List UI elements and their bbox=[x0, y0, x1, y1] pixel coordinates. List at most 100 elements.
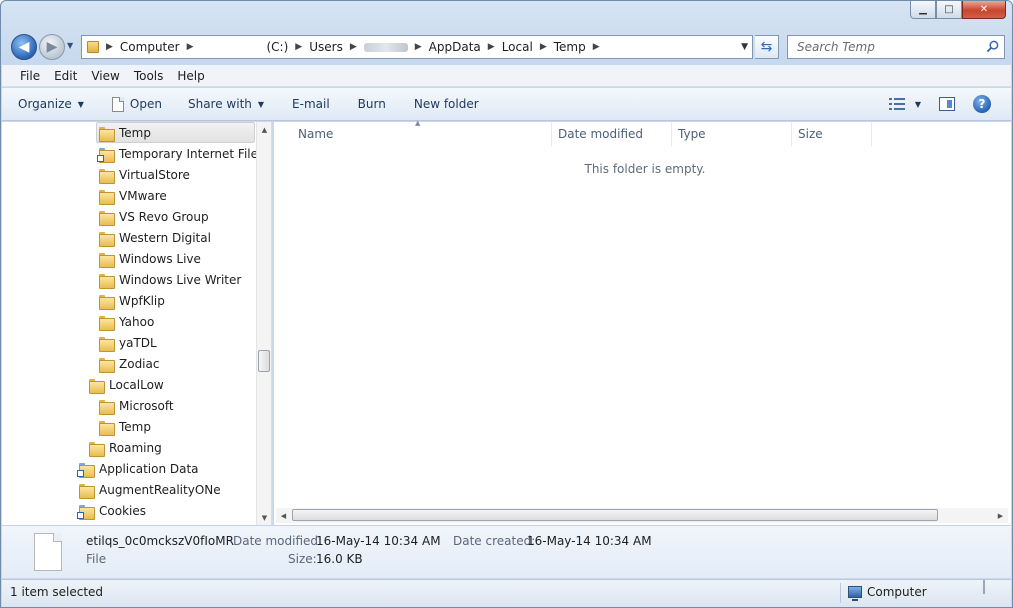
tree-item[interactable]: Roaming bbox=[89, 437, 162, 458]
status-location: Computer bbox=[848, 585, 927, 601]
breadcrumb-chevron-icon[interactable]: ▶ bbox=[350, 42, 357, 52]
tree-item[interactable]: Windows Live Writer bbox=[99, 269, 241, 290]
tree-item-label: Windows Live bbox=[119, 251, 201, 266]
menu-bar: File Edit View Tools Help bbox=[2, 65, 1011, 87]
dropdown-arrow-icon: ▼ bbox=[77, 99, 84, 109]
resize-grip[interactable] bbox=[983, 580, 985, 594]
tree-item-label: Microsoft bbox=[119, 398, 174, 413]
scroll-left-icon[interactable]: ◀ bbox=[276, 508, 291, 523]
tree-item[interactable]: Temp bbox=[99, 416, 151, 437]
date-created-value: 16-May-14 10:34 AM bbox=[527, 534, 652, 548]
back-button[interactable]: ◀ bbox=[11, 34, 37, 60]
minimize-button[interactable]: ▁ bbox=[910, 1, 936, 19]
menu-tools[interactable]: Tools bbox=[134, 69, 164, 83]
breadcrumb-chevron-icon[interactable]: ▶ bbox=[187, 42, 194, 52]
forward-arrow-icon: ▶ bbox=[46, 39, 58, 55]
command-bar-right: ▼ ? bbox=[888, 95, 991, 113]
computer-icon bbox=[848, 586, 862, 601]
folder-icon bbox=[99, 189, 115, 205]
menu-help[interactable]: Help bbox=[177, 69, 204, 83]
tree-item[interactable]: VMware bbox=[99, 185, 167, 206]
address-bar[interactable]: ▶ Computer ▶ (C:) ▶ Users ▶ ▶ AppData ▶ … bbox=[81, 35, 753, 59]
column-header-type[interactable]: Type bbox=[672, 122, 792, 146]
menu-file[interactable]: File bbox=[20, 69, 40, 83]
column-header-name[interactable]: Name bbox=[292, 122, 552, 146]
tree-item[interactable]: Microsoft bbox=[99, 395, 174, 416]
email-button[interactable]: E-mail bbox=[292, 97, 330, 111]
share-with-button[interactable]: Share with ▼ bbox=[188, 97, 264, 111]
horizontal-scrollbar-thumb[interactable] bbox=[292, 509, 938, 521]
tree-item[interactable]: Western Digital bbox=[99, 227, 211, 248]
open-button[interactable]: Open bbox=[111, 96, 162, 112]
close-button[interactable]: ✕ bbox=[962, 1, 1006, 19]
navigation-pane-scrollbar[interactable]: ▲ ▼ bbox=[256, 122, 271, 525]
breadcrumb-chevron-icon[interactable]: ▶ bbox=[593, 42, 600, 52]
menu-view[interactable]: View bbox=[91, 69, 119, 83]
search-input[interactable] bbox=[795, 39, 975, 55]
recent-pages-dropdown[interactable]: ▼ bbox=[67, 41, 73, 50]
breadcrumb-drive[interactable]: (C:) bbox=[267, 40, 289, 54]
date-created-label: Date created: bbox=[453, 534, 536, 548]
refresh-icon: ⇆ bbox=[760, 39, 773, 55]
menu-edit[interactable]: Edit bbox=[54, 69, 77, 83]
breadcrumb-chevron-icon[interactable]: ▶ bbox=[415, 42, 422, 52]
breadcrumb-username-redacted[interactable] bbox=[363, 42, 408, 52]
burn-label: Burn bbox=[357, 97, 386, 111]
tree-item[interactable]: Zodiac bbox=[99, 353, 159, 374]
column-header-size[interactable]: Size bbox=[792, 122, 872, 146]
breadcrumb-computer[interactable]: Computer bbox=[120, 40, 180, 54]
breadcrumb-users[interactable]: Users bbox=[309, 40, 343, 54]
status-divider bbox=[840, 583, 841, 603]
tree-item[interactable]: Cookies bbox=[77, 500, 146, 521]
address-dropdown-icon[interactable]: ▼ bbox=[741, 42, 748, 52]
help-icon[interactable]: ? bbox=[973, 95, 991, 113]
breadcrumb-chevron-icon[interactable]: ▶ bbox=[106, 42, 113, 52]
horizontal-scrollbar[interactable]: ◀ ▶ bbox=[276, 508, 1008, 523]
forward-button[interactable]: ▶ bbox=[39, 34, 65, 60]
tree-item-label: Temporary Internet Files bbox=[119, 146, 265, 161]
breadcrumb-chevron-icon[interactable]: ▶ bbox=[488, 42, 495, 52]
tree-item-label: Western Digital bbox=[119, 230, 211, 245]
tree-item[interactable]: Temporary Internet Files bbox=[97, 143, 265, 164]
tree-item[interactable]: LocalLow bbox=[89, 374, 164, 395]
tree-item[interactable]: WpfKlip bbox=[99, 290, 165, 311]
tree-item[interactable]: Yahoo bbox=[99, 311, 154, 332]
refresh-button[interactable]: ⇆ bbox=[755, 35, 779, 59]
date-modified-value: 16-May-14 10:34 AM bbox=[316, 534, 441, 548]
burn-button[interactable]: Burn bbox=[358, 97, 386, 111]
change-view-icon[interactable] bbox=[888, 98, 905, 110]
back-arrow-icon: ◀ bbox=[18, 39, 30, 55]
breadcrumb-appdata[interactable]: AppData bbox=[429, 40, 481, 54]
tree-item-label: Temp bbox=[119, 125, 151, 140]
selected-file-name: etilqs_0c0mckszV0fIoMR bbox=[86, 534, 234, 548]
column-header-date-modified[interactable]: Date modified bbox=[552, 122, 672, 146]
folder-icon bbox=[89, 378, 105, 394]
tree-item[interactable]: yaTDL bbox=[99, 332, 157, 353]
tree-item[interactable]: Temp bbox=[96, 122, 255, 143]
breadcrumb-temp[interactable]: Temp bbox=[554, 40, 586, 54]
breadcrumb-local[interactable]: Local bbox=[502, 40, 533, 54]
scrollbar-thumb[interactable] bbox=[258, 350, 270, 372]
folder-icon bbox=[99, 252, 115, 268]
tree-item[interactable]: Windows Live bbox=[99, 248, 201, 269]
folder-icon bbox=[99, 126, 115, 142]
view-options-dropdown-icon[interactable]: ▼ bbox=[915, 100, 921, 109]
tree-item[interactable]: VirtualStore bbox=[99, 164, 190, 185]
scroll-down-icon[interactable]: ▼ bbox=[257, 510, 272, 525]
explorer-window: ▁ □ ✕ ◀ ▶ ▼ ▶ Computer ▶ (C:) ▶ Users ▶ … bbox=[0, 0, 1013, 608]
breadcrumb-chevron-icon[interactable]: ▶ bbox=[295, 42, 302, 52]
scroll-up-icon[interactable]: ▲ bbox=[257, 122, 272, 137]
folder-icon bbox=[99, 294, 115, 310]
breadcrumb-chevron-icon[interactable]: ▶ bbox=[540, 42, 547, 52]
tree-item[interactable]: AugmentRealityONe bbox=[79, 479, 221, 500]
scroll-right-icon[interactable]: ▶ bbox=[993, 508, 1008, 523]
navigation-row: ◀ ▶ ▼ ▶ Computer ▶ (C:) ▶ Users ▶ ▶ AppD… bbox=[9, 33, 1005, 61]
tree-item[interactable]: Application Data bbox=[77, 458, 199, 479]
search-box[interactable] bbox=[787, 35, 1005, 59]
search-icon[interactable] bbox=[986, 40, 999, 53]
new-folder-button[interactable]: New folder bbox=[414, 97, 479, 111]
organize-button[interactable]: Organize ▼ bbox=[18, 97, 84, 111]
preview-pane-icon[interactable] bbox=[939, 97, 955, 111]
maximize-button[interactable]: □ bbox=[936, 1, 962, 19]
tree-item[interactable]: VS Revo Group bbox=[99, 206, 209, 227]
